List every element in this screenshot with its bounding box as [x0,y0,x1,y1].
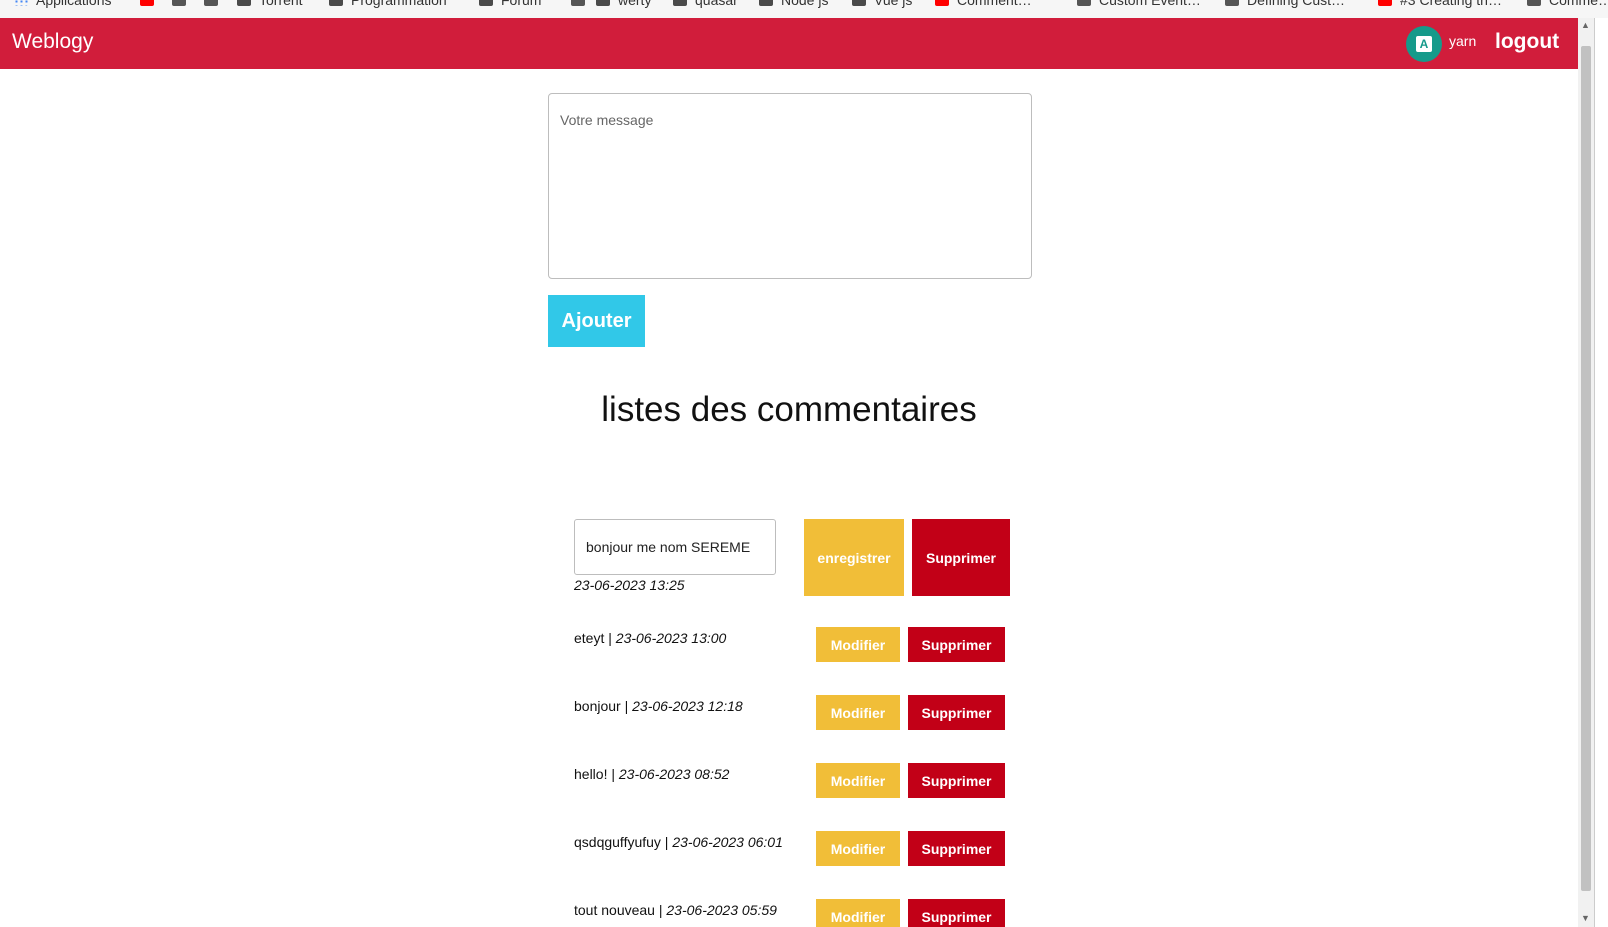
comment-date: 23-06-2023 08:52 [618,766,730,782]
folder-icon [329,0,343,6]
message-textarea[interactable] [548,93,1032,279]
comment-separator: | [620,698,633,714]
bookmark-label: Torrent [259,0,303,8]
username-label: yarn [1449,33,1477,49]
app-header: Weblogy A yarn logout [0,18,1578,69]
bookmark-label: Defining Cust… [1247,0,1346,8]
bookmark-item[interactable]: quasar [673,0,738,9]
comment-separator: | [607,766,619,782]
bookmark-item[interactable]: Forum [479,0,541,9]
site-icon [1225,0,1239,6]
bookmark-item[interactable]: Defining Cust… [1225,0,1345,9]
comment-date: 23-06-2023 06:01 [672,834,783,850]
bookmark-item[interactable]: Node js [759,0,828,9]
bookmark-label: Applications [36,0,112,8]
edit-comment-date: 23-06-2023 13:25 [574,577,685,593]
edit-comment-input[interactable] [574,519,776,575]
folder-icon [237,0,251,6]
comment-item: qsdqguffyufuy | 23-06-2023 06:01 [574,834,783,850]
logout-button[interactable]: logout [1495,30,1559,54]
comment-text: eteyt [574,630,605,646]
bookmark-label: Forum [501,0,542,8]
bookmark-item[interactable]: Custom Event… [1077,0,1201,9]
comment-text: tout nouveau [574,902,655,918]
folder-icon [759,0,773,6]
site-icon [1527,0,1541,6]
bookmark-label: quasar [695,0,738,8]
bookmark-label: werty [618,0,652,8]
comments-list-title: listes des commentaires [601,390,977,429]
comment-item: eteyt | 23-06-2023 13:00 [574,630,726,646]
comment-separator: | [660,834,673,850]
bookmark-label: Programmation [351,0,447,8]
folder-icon [852,0,866,6]
grid-icon [14,0,28,6]
delete-editing-comment-button[interactable]: Supprimer [912,519,1010,596]
bookmark-item[interactable] [204,0,226,9]
bookmarks-bar: Applications Torrent Programmation Forum wer… [0,0,1608,18]
edit-comment-button[interactable]: Modifier [816,899,900,927]
bookmark-label: Custom Event… [1099,0,1201,8]
gear-icon [571,0,585,6]
bookmark-item[interactable]: Applications [14,0,112,9]
edit-comment-button[interactable]: Modifier [816,831,900,866]
avatar-letter: A [1416,36,1432,52]
bookmark-label: #3 Creating th… [1400,0,1502,8]
translate-icon [172,0,186,6]
youtube-icon [935,0,949,6]
bookmark-item[interactable]: Vue js [852,0,912,9]
vue-icon [1077,0,1091,6]
add-comment-button[interactable]: Ajouter [548,295,645,347]
comment-text: qsdqguffyufuy [574,834,661,850]
delete-comment-button[interactable]: Supprimer [908,831,1005,866]
scroll-up-arrow-icon[interactable]: ▲ [1581,20,1590,30]
delete-comment-button[interactable]: Supprimer [908,899,1005,927]
bookmark-label: Comment… [957,0,1032,8]
youtube-icon [1378,0,1392,6]
scroll-thumb[interactable] [1581,46,1591,891]
devtools-panel-edge [1594,18,1608,927]
comment-date: 23-06-2023 12:18 [632,698,743,714]
bookmark-item[interactable]: Torrent [237,0,303,9]
youtube-icon [140,0,154,6]
bookmark-label: Vue js [874,0,913,8]
github-icon [204,0,218,6]
comment-date: 23-06-2023 05:59 [666,902,777,918]
brand-title[interactable]: Weblogy [12,30,93,54]
edit-comment-button[interactable]: Modifier [816,627,900,662]
page-scrollbar[interactable]: ▲ ▼ [1578,18,1594,927]
folder-icon [596,0,610,6]
delete-comment-button[interactable]: Supprimer [908,763,1005,798]
bookmark-item[interactable] [172,0,194,9]
edit-comment-button[interactable]: Modifier [816,763,900,798]
bookmark-item[interactable]: #3 Creating th… [1378,0,1502,9]
comment-separator: | [654,902,667,918]
comment-item: hello! | 23-06-2023 08:52 [574,766,729,782]
comment-date: 23-06-2023 13:00 [615,630,727,646]
bookmark-item[interactable]: Comment… [935,0,1032,9]
delete-comment-button[interactable]: Supprimer [908,627,1005,662]
delete-comment-button[interactable]: Supprimer [908,695,1005,730]
comment-separator: | [604,630,616,646]
scroll-down-arrow-icon[interactable]: ▼ [1581,913,1590,923]
bookmark-item[interactable]: Programmation [329,0,447,9]
comment-item: tout nouveau | 23-06-2023 05:59 [574,902,777,918]
bookmark-item[interactable]: werty [596,0,651,9]
comment-text: bonjour [574,698,621,714]
save-comment-button[interactable]: enregistrer [804,519,904,596]
comment-item: bonjour | 23-06-2023 12:18 [574,698,743,714]
bookmark-item[interactable]: Comme… [1527,0,1608,9]
user-avatar[interactable]: A [1406,26,1442,62]
bookmark-label: Comme… [1549,0,1608,8]
folder-icon [673,0,687,6]
comment-text: hello! [574,766,608,782]
edit-comment-button[interactable]: Modifier [816,695,900,730]
bookmark-label: Node js [781,0,829,8]
bookmark-item[interactable] [571,0,593,9]
folder-icon [479,0,493,6]
bookmark-item[interactable] [140,0,162,9]
